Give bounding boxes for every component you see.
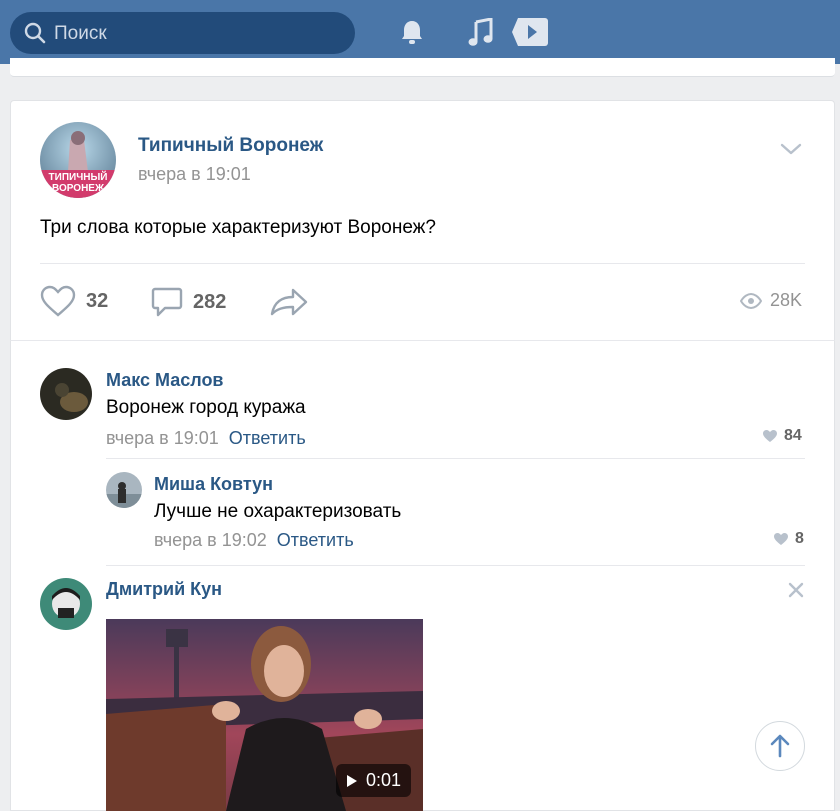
share-button[interactable] (270, 288, 308, 316)
post-text: Три слова которые характеризуют Воронеж? (40, 217, 436, 238)
comment-icon (151, 287, 183, 317)
comment-count: 282 (193, 290, 227, 313)
close-icon[interactable] (788, 582, 804, 598)
view-count: 28K (770, 290, 803, 310)
divider (106, 565, 805, 566)
group-avatar[interactable]: ТИПИЧНЫЙ ВОРОНЕЖ (40, 122, 116, 198)
comment-author[interactable]: Макс Маслов (106, 370, 224, 391)
search-box[interactable] (10, 12, 355, 56)
bell-icon[interactable] (398, 18, 426, 46)
svg-text:ВОРОНЕЖ: ВОРОНЕЖ (52, 183, 105, 194)
arrow-up-icon (770, 734, 790, 758)
like-button[interactable]: 32 (40, 285, 108, 317)
post-author[interactable]: Типичный Воронеж (138, 135, 323, 157)
reply-meta: вчера в 19:02 Ответить (154, 530, 354, 551)
comment-meta: вчера в 19:01 Ответить (106, 428, 306, 449)
comment-like-count: 84 (784, 427, 802, 444)
music-icon[interactable] (467, 18, 495, 48)
top-bar (0, 0, 840, 64)
reply-time[interactable]: вчера в 19:02 (154, 530, 267, 550)
reply-author[interactable]: Миша Ковтун (154, 474, 273, 495)
comment-author[interactable]: Дмитрий Кун (106, 579, 222, 600)
comment-like-button[interactable]: 84 (762, 427, 802, 445)
svg-text:ТИПИЧНЫЙ: ТИПИЧНЫЙ (49, 170, 108, 183)
comment-time[interactable]: вчера в 19:01 (106, 428, 219, 448)
heart-icon (40, 285, 76, 317)
heart-icon (763, 430, 777, 442)
views: 28K (740, 290, 802, 311)
reply-like-count: 8 (795, 530, 804, 547)
chevron-down-icon[interactable] (780, 142, 802, 156)
comment-avatar[interactable] (40, 578, 92, 630)
share-icon (270, 288, 308, 316)
video-duration: 0:01 (365, 770, 401, 790)
play-icon (346, 774, 357, 787)
reply-link[interactable]: Ответить (229, 428, 306, 448)
comment-avatar[interactable] (40, 368, 92, 420)
video-thumbnail[interactable]: 0:01 (106, 619, 423, 811)
scroll-to-top-button[interactable] (755, 721, 805, 771)
like-count: 32 (86, 289, 109, 312)
search-icon (24, 22, 46, 44)
divider (40, 263, 805, 264)
video-duration-badge: 0:01 (335, 764, 411, 797)
post-time[interactable]: вчера в 19:01 (138, 164, 251, 185)
video-play-icon[interactable] (511, 16, 549, 48)
previous-card-bottom (10, 58, 835, 77)
eye-icon (740, 292, 762, 309)
reply-text: Лучше не охарактеризовать (154, 501, 402, 522)
reply-link[interactable]: Ответить (277, 530, 354, 550)
comment-button[interactable]: 282 (151, 286, 226, 318)
divider (106, 458, 805, 459)
search-input[interactable] (52, 12, 346, 56)
reply-avatar[interactable] (106, 472, 142, 508)
heart-icon (774, 533, 788, 545)
comment-text: Воронеж город куража (106, 397, 306, 418)
reply-like-button[interactable]: 8 (773, 530, 804, 548)
